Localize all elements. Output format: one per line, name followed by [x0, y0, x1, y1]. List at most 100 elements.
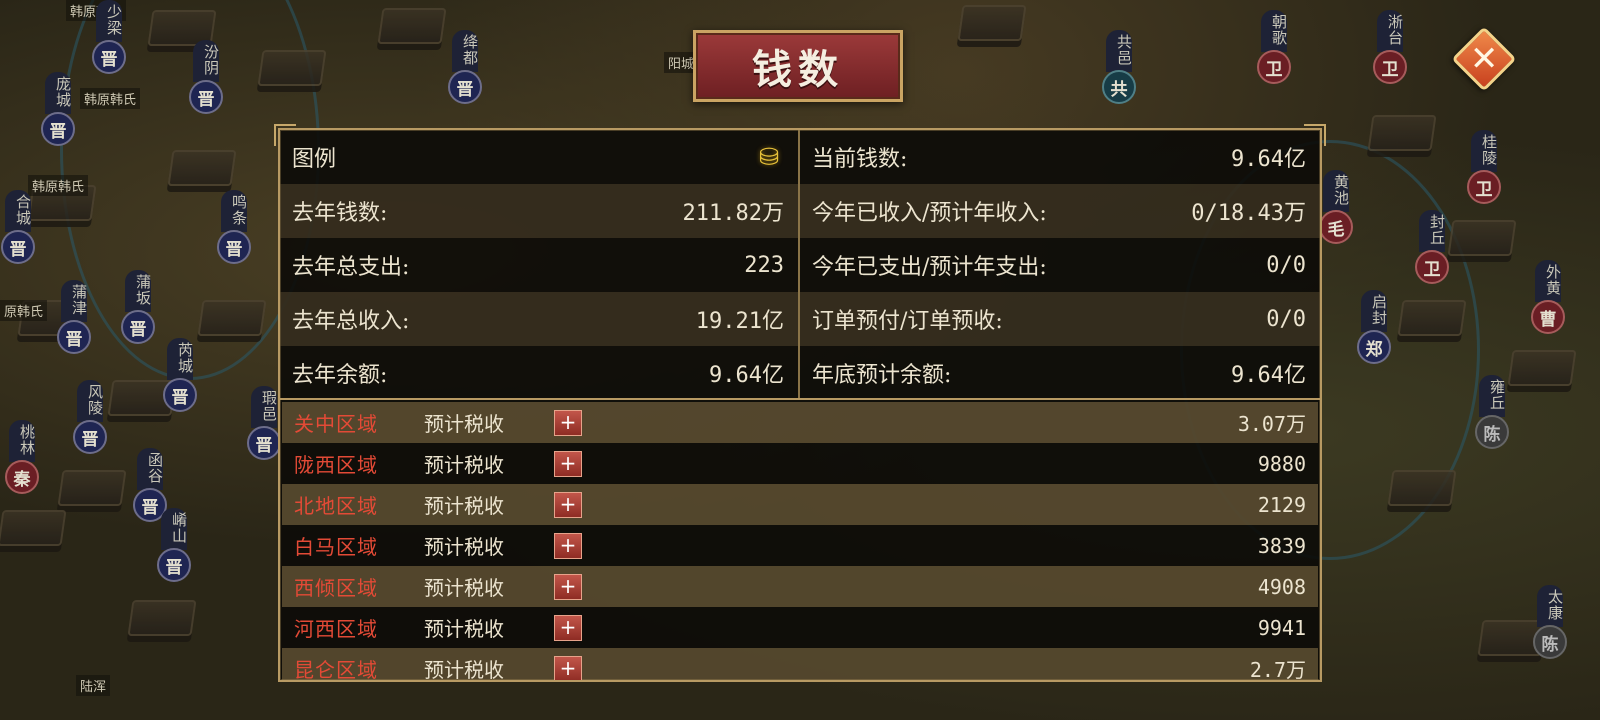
city-marker[interactable]: 芮城 晋	[163, 338, 197, 412]
region-tax-value: 3839	[1257, 533, 1306, 558]
region-tax-label: 预计税收	[424, 494, 504, 518]
city-building	[257, 50, 327, 86]
region-tax-value: 4908	[1257, 574, 1306, 599]
expand-plus-icon[interactable]: +	[554, 450, 582, 477]
city-marker[interactable]: 桂陵 卫	[1467, 130, 1501, 204]
city-marker[interactable]: 封丘 卫	[1415, 210, 1449, 284]
stat-value: 19.21亿	[695, 309, 784, 334]
stat-value: 223	[744, 252, 784, 278]
stat-value: 0/0	[1266, 306, 1306, 332]
stat-value: 0/18.43万	[1191, 201, 1306, 226]
city-marker[interactable]: 太康 陈	[1533, 585, 1567, 659]
region-tax-label: 预计税收	[424, 535, 504, 559]
city-marker[interactable]: 绛都 晋	[448, 30, 482, 104]
region-name: 陇西区域	[294, 453, 378, 477]
legend-label: 图例	[292, 147, 337, 172]
close-icon: ✕	[1469, 39, 1499, 79]
stat-label: 今年已收入/预计年收入:	[812, 201, 1047, 226]
region-tax-label: 预计税收	[424, 453, 504, 477]
expand-plus-icon[interactable]: +	[554, 573, 582, 600]
region-tax-value: 2129	[1257, 492, 1306, 517]
expand-plus-icon[interactable]: +	[554, 614, 582, 641]
city-marker[interactable]: 外黄 曹	[1531, 260, 1565, 334]
expand-plus-icon[interactable]: +	[554, 491, 582, 518]
city-marker[interactable]: 蒲坂 晋	[121, 270, 155, 344]
region-name: 关中区域	[294, 412, 378, 436]
stat-row: 去年总收入: 19.21亿	[280, 292, 798, 346]
city-building	[197, 300, 267, 336]
map-label: 韩原韩氏	[80, 88, 141, 109]
stat-row: 去年总支出: 223	[280, 238, 798, 292]
stat-row: 今年已收入/预计年收入: 0/18.43万	[800, 184, 1320, 238]
city-marker[interactable]: 瑕邑 晋	[247, 386, 281, 460]
stat-row: 年底预计余额: 9.64亿	[800, 346, 1320, 400]
city-marker[interactable]: 淅台 卫	[1373, 10, 1407, 84]
region-tax-value: 2.7万	[1249, 658, 1306, 680]
region-name: 北地区域	[294, 494, 378, 518]
region-row: 陇西区域 预计税收 + 9880	[282, 443, 1318, 484]
map-label: 韩原韩氏	[28, 175, 89, 196]
money-panel: 图例 ⛁ 去年钱数: 211.82万 去年总支出: 223 去年总收入: 19.…	[274, 124, 1326, 682]
expand-plus-icon[interactable]: +	[554, 655, 582, 680]
city-marker[interactable]: 鸣条 晋	[217, 190, 251, 264]
city-marker[interactable]: 庞城 晋	[41, 72, 75, 146]
this-year-column: 当前钱数: 9.64亿 今年已收入/预计年收入: 0/18.43万 今年已支出/…	[800, 130, 1320, 398]
region-row: 西倾区域 预计税收 + 4908	[282, 566, 1318, 607]
map-label: 原韩氏	[0, 300, 48, 321]
region-row: 关中区域 预计税收 + 3.07万	[282, 402, 1318, 443]
stat-value: 9.64亿	[709, 363, 784, 388]
stat-label: 当前钱数:	[812, 147, 908, 172]
stats-section: 图例 ⛁ 去年钱数: 211.82万 去年总支出: 223 去年总收入: 19.…	[280, 130, 1320, 400]
stat-value: 9.64亿	[1231, 363, 1306, 388]
stat-label: 去年余额:	[292, 363, 388, 388]
dialog-title: 钱数	[693, 30, 903, 102]
stat-row: 当前钱数: 9.64亿	[800, 130, 1320, 184]
last-year-column: 图例 ⛁ 去年钱数: 211.82万 去年总支出: 223 去年总收入: 19.…	[280, 130, 800, 398]
region-name: 西倾区域	[294, 576, 378, 600]
city-marker[interactable]: 朝歌 卫	[1257, 10, 1291, 84]
city-building	[377, 8, 447, 44]
region-tax-list[interactable]: 关中区域 预计税收 + 3.07万 陇西区域 预计税收 + 9880 北地区域 …	[280, 400, 1320, 680]
map-label: 陆浑	[76, 675, 111, 696]
city-marker[interactable]: 合城 晋	[1, 190, 35, 264]
region-row: 白马区域 预计税收 + 3839	[282, 525, 1318, 566]
city-marker[interactable]: 风陵 晋	[73, 380, 107, 454]
stat-row: 去年余额: 9.64亿	[280, 346, 798, 400]
city-building	[167, 150, 237, 186]
region-tax-value: 9941	[1257, 615, 1306, 640]
city-building	[127, 600, 197, 636]
expand-plus-icon[interactable]: +	[554, 532, 582, 559]
city-marker[interactable]: 汾阴 晋	[189, 40, 223, 114]
legend-row: 图例 ⛁	[280, 130, 798, 184]
stat-label: 年底预计余额:	[812, 363, 952, 388]
expand-plus-icon[interactable]: +	[554, 409, 582, 436]
region-tax-label: 预计税收	[424, 658, 504, 680]
stat-row: 今年已支出/预计年支出: 0/0	[800, 238, 1320, 292]
region-tax-label: 预计税收	[424, 412, 504, 436]
region-row: 北地区域 预计税收 + 2129	[282, 484, 1318, 525]
stat-label: 订单预付/订单预收:	[812, 309, 1003, 334]
city-marker[interactable]: 雍丘 陈	[1475, 375, 1509, 449]
city-marker[interactable]: 蒲津 晋	[57, 280, 91, 354]
city-marker[interactable]: 桃林 秦	[5, 420, 39, 494]
region-name: 白马区域	[294, 535, 378, 559]
city-building	[957, 5, 1027, 41]
stat-value: 0/0	[1266, 252, 1306, 278]
city-marker[interactable]: 黄池 毛	[1319, 170, 1353, 244]
region-row: 河西区域 预计税收 + 9941	[282, 607, 1318, 648]
stat-label: 去年总支出:	[292, 255, 410, 280]
gold-ingot-icon[interactable]: ⛁	[754, 142, 784, 172]
region-name: 昆仑区域	[294, 658, 378, 680]
region-tax-label: 预计税收	[424, 617, 504, 641]
region-tax-label: 预计税收	[424, 576, 504, 600]
city-marker[interactable]: 少梁 晋	[92, 0, 126, 74]
stat-label: 今年已支出/预计年支出:	[812, 255, 1047, 280]
city-marker[interactable]: 启封 郑	[1357, 290, 1391, 364]
city-building	[0, 510, 67, 546]
city-building	[57, 470, 127, 506]
region-row: 昆仑区域 预计税收 + 2.7万	[282, 648, 1318, 680]
city-building	[1397, 300, 1467, 336]
city-marker[interactable]: 崤山 晋	[157, 508, 191, 582]
stat-value: 211.82万	[682, 201, 784, 226]
city-marker[interactable]: 共邑 共	[1102, 30, 1136, 104]
